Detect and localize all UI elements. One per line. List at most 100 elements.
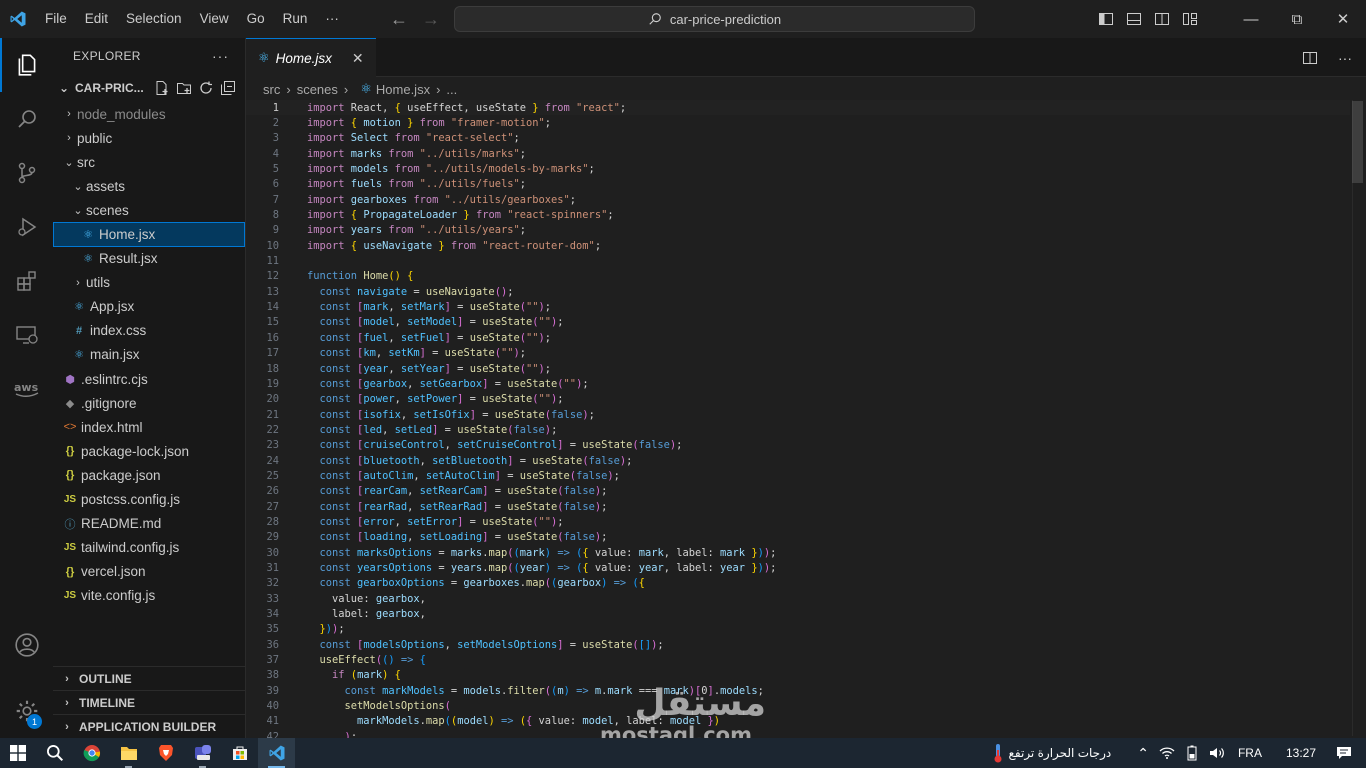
tree-file[interactable]: ⚛ App.jsx [53,295,245,319]
source-control-activity[interactable] [0,146,53,200]
taskbar-vscode[interactable] [258,738,295,768]
menu-item-go[interactable]: Go [238,0,274,38]
restore-button[interactable]: ⧉ [1274,0,1320,38]
new-file-icon[interactable] [154,80,170,96]
code-line: 10 import { useNavigate } from "react-rou… [246,238,1350,253]
minimize-button[interactable]: — [1228,0,1274,38]
taskbar-file-explorer[interactable] [110,738,147,768]
code-token: mark [363,301,389,314]
code-line: 8 import { PropagateLoader } from "react-… [246,207,1350,222]
breadcrumb-scenes[interactable]: scenes [297,82,338,97]
battery-icon[interactable] [1180,745,1204,761]
taskbar-app-teams[interactable] [184,738,221,768]
remote-explorer-activity[interactable] [0,308,53,362]
taskbar-store[interactable] [221,738,258,768]
notifications-icon[interactable] [1332,746,1366,760]
more-actions-icon[interactable]: ··· [212,48,229,64]
menu-item-view[interactable]: View [191,0,238,38]
workspace-root[interactable]: ⌄ CAR-PRIC... [53,74,245,102]
code-line: 32 const gearboxOptions = gearboxes.map(… [246,576,1350,591]
search-activity[interactable] [0,92,53,146]
new-folder-icon[interactable] [176,80,192,96]
menu-item-more[interactable]: ··· [316,0,348,38]
menu-item-run[interactable]: Run [274,0,317,38]
breadcrumb-symbol[interactable]: ... [446,82,457,97]
code-token: => [569,684,595,697]
breadcrumb-file[interactable]: Home.jsx [376,82,430,97]
timeline-panel-header[interactable]: › TIMELINE [53,690,245,714]
volume-icon[interactable] [1204,746,1230,760]
git-file-icon: ◆ [65,397,75,410]
tree-file[interactable]: # index.css [53,319,245,343]
taskbar-chrome[interactable] [73,738,110,768]
tree-file[interactable]: ⬢ .eslintrc.cjs [53,367,245,391]
js-file-icon: JS [63,590,77,602]
code-token: led [363,423,383,436]
more-actions-icon[interactable]: ··· [1338,50,1352,66]
tree-file[interactable]: {} vercel.json [53,560,245,584]
tree-file[interactable]: JS tailwind.config.js [53,536,245,560]
run-debug-activity[interactable] [0,200,53,254]
tree-folder[interactable]: › node_modules [53,102,245,126]
toggle-primary-sidebar-icon[interactable] [1098,11,1114,27]
code-editor[interactable]: 1 import React, { useEffect, useState } f… [246,100,1350,744]
code-line: 7 import gearboxes from "../utils/gearbox… [246,192,1350,207]
code-token: setAutoClim [425,469,495,482]
tree-file[interactable]: ⚛ Result.jsx [53,247,245,271]
manage-activity[interactable]: 1 [0,684,53,738]
tree-folder[interactable]: › utils [53,271,245,295]
collapse-all-icon[interactable] [220,80,236,96]
taskbar-search[interactable] [36,738,73,768]
tree-file[interactable]: <> index.html [53,415,245,439]
tree-file[interactable]: JS vite.config.js [53,584,245,608]
menu-item-edit[interactable]: Edit [76,0,117,38]
command-center-search[interactable]: car-price-prediction [454,6,975,32]
tree-file[interactable]: ⓘ README.md [53,512,245,536]
chevron-up-icon[interactable]: ⌃ [1132,745,1154,762]
menu-item-selection[interactable]: Selection [117,0,191,38]
back-arrow-icon[interactable]: ← [390,9,408,30]
taskbar-brave[interactable] [147,738,184,768]
tree-folder[interactable]: ⌄ src [53,150,245,174]
tree-file[interactable]: {} package-lock.json [53,439,245,463]
customize-layout-icon[interactable] [1182,11,1198,27]
input-language[interactable]: FRA [1230,746,1270,760]
forward-arrow-icon[interactable]: → [422,9,440,30]
toggle-secondary-sidebar-icon[interactable] [1154,11,1170,27]
react-icon: ⚛ [83,253,93,266]
code-text: const markModels = models.filter((m) => … [307,685,764,697]
code-token: const [307,577,358,590]
line-number: 3 [272,132,279,145]
menu-item-file[interactable]: File [36,0,76,38]
extensions-activity[interactable] [0,254,53,308]
line-number: 16 [266,331,279,344]
start-button[interactable] [0,738,36,768]
application-builder-panel-header[interactable]: › APPLICATION BUILDER [53,714,245,738]
tree-folder[interactable]: ⌄ scenes [53,198,245,222]
tree-folder[interactable]: › public [53,126,245,150]
weather-widget[interactable]: درجات الحرارة ترتفع [988,743,1117,763]
split-editor-icon[interactable] [1302,50,1318,66]
refresh-icon[interactable] [198,80,214,96]
close-icon[interactable]: ✕ [352,50,364,67]
aws-activity[interactable]: aws [0,362,53,416]
code-token: = [488,531,508,544]
close-window-button[interactable]: ✕ [1320,0,1366,38]
tree-file[interactable]: ⚛ Home.jsx [53,222,245,247]
tree-file[interactable]: ⚛ main.jsx [53,343,245,367]
tree-file[interactable]: JS postcss.config.js [53,488,245,512]
line-number: 21 [266,408,279,421]
explorer-activity[interactable] [0,38,53,92]
accounts-activity[interactable] [0,632,53,658]
tree-file[interactable]: {} package.json [53,463,245,487]
clock[interactable]: 13:27 [1270,746,1332,760]
toggle-panel-icon[interactable] [1126,11,1142,27]
vertical-scrollbar[interactable] [1352,100,1366,736]
breadcrumb-src[interactable]: src [263,82,280,97]
tree-file[interactable]: ◆ .gitignore [53,391,245,415]
tree-folder[interactable]: ⌄ assets [53,174,245,198]
scrollbar-thumb[interactable] [1352,101,1363,183]
outline-panel-header[interactable]: › OUTLINE [53,666,245,690]
wifi-icon[interactable] [1154,746,1180,760]
tab-home-jsx[interactable]: ⚛ Home.jsx ✕ [246,38,376,77]
